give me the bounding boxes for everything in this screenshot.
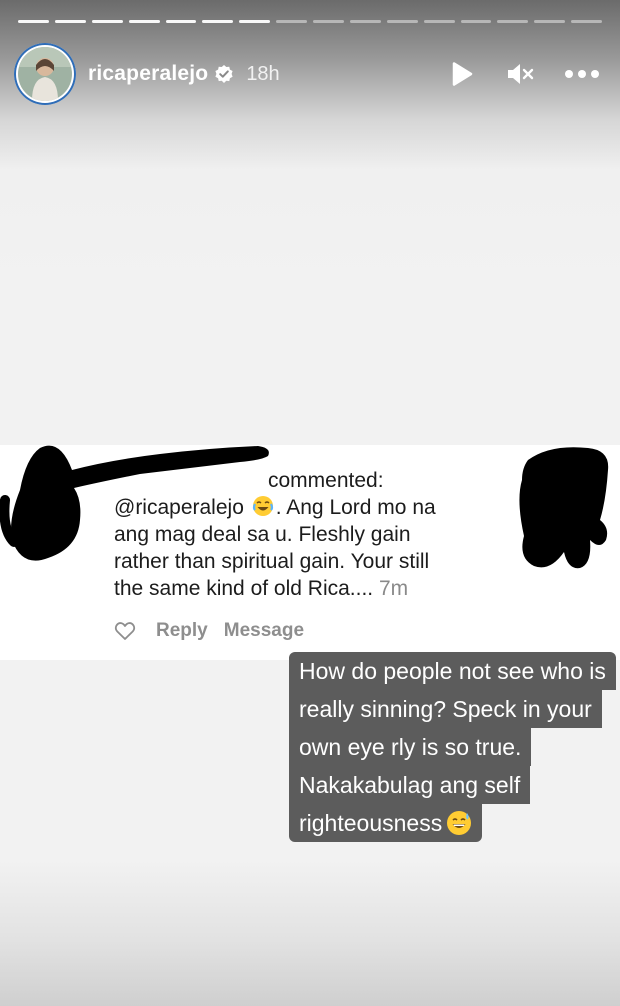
progress-segment [128,20,160,23]
redaction-scribble-left [0,445,269,561]
progress-segment [534,20,566,23]
caption-line-2: really sinning? Speck in your [289,690,602,728]
muted-speaker-icon[interactable] [506,60,534,88]
progress-segment [18,20,49,23]
progress-segment [202,20,234,23]
story-progress-bar [18,20,602,23]
heart-icon [114,620,136,642]
play-icon[interactable] [448,60,476,88]
comment-actions: Reply Message [114,620,304,642]
progress-segment [239,20,271,23]
comment-age: 7m [378,577,409,600]
caption-line-5: righteousness [289,804,483,842]
story-username[interactable]: ricaperalejo [88,62,208,86]
more-options-icon[interactable] [564,60,600,88]
progress-segment [276,20,307,23]
profile-avatar[interactable] [14,43,76,105]
avatar-image [18,47,72,101]
story-header: ricaperalejo 18h [14,42,602,106]
comment-line-4-text: the same kind of old Rica.... [114,577,374,600]
story-controls [448,60,602,88]
sweat-smile-emoji-icon [446,809,472,835]
caption-line-5-text: righteousness [299,810,443,836]
progress-segment [54,20,86,23]
progress-segment [91,20,123,23]
message-label: Message [223,620,305,641]
progress-segment [386,20,418,23]
reply-label: Reply [156,620,208,641]
progress-segment [423,20,455,23]
verified-badge-icon [214,64,234,84]
progress-segment [349,20,381,23]
story-caption: How do people not see who is really sinn… [289,652,616,842]
caption-line-1: How do people not see who is [289,652,616,690]
caption-line-3: own eye rly is so true. [289,728,532,766]
progress-segment [313,20,344,23]
caption-line-4: Nakakabulag ang self [289,766,531,804]
comment-line-4: the same kind of old Rica.... 7m [114,575,514,602]
redaction-scribble-right [519,447,609,569]
story-timestamp: 18h [246,62,280,85]
story-viewer[interactable]: ricaperalejo 18h commented: @ricaperalej… [0,0,620,1006]
comment-line-1-rest: . Ang Lord mo na [275,496,436,519]
progress-segment [165,20,197,23]
progress-segment [571,20,602,23]
progress-segment [460,20,492,23]
progress-segment [497,20,529,23]
